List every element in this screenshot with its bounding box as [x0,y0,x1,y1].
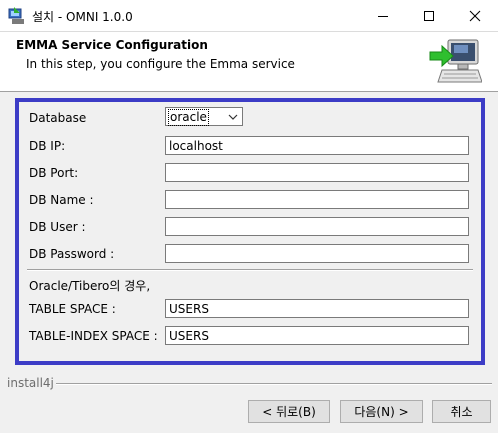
table-index-space-label: TABLE-INDEX SPACE : [29,329,158,343]
install4j-brand: install4j [7,376,54,390]
db-name-input[interactable] [165,190,469,209]
header-subtitle: In this step, you configure the Emma ser… [26,57,295,71]
title-bar: 설치 - OMNI 1.0.0 [0,0,498,32]
db-ip-label: DB IP: [29,139,66,153]
db-ip-input[interactable] [165,136,469,155]
database-label: Database [29,111,87,125]
db-name-label: DB Name : [29,193,94,207]
configuration-panel: Database oracle DB IP: DB Port: DB Name … [15,98,485,365]
next-button[interactable]: 다음(N) > [340,400,423,423]
header-title: EMMA Service Configuration [16,38,208,52]
close-button[interactable] [452,0,498,31]
db-port-label: DB Port: [29,166,79,180]
db-port-input[interactable] [165,163,469,182]
minimize-icon [378,15,388,17]
db-password-label: DB Password : [29,247,115,261]
computer-arrow-icon [429,39,482,83]
section-divider [27,269,473,271]
cancel-button[interactable]: 취소 [432,400,491,423]
table-index-space-input[interactable] [165,326,469,345]
db-user-label: DB User : [29,220,86,234]
database-select-value: oracle [168,109,209,126]
database-select[interactable]: oracle [165,107,243,126]
close-icon [469,10,481,21]
table-space-input[interactable] [165,299,469,318]
maximize-icon [424,10,434,21]
db-user-input[interactable] [165,217,469,236]
window-title: 설치 - OMNI 1.0.0 [32,10,133,24]
footer-divider [56,383,492,385]
oracle-tibero-note: Oracle/Tibero의 경우, [29,279,151,293]
db-password-input[interactable] [165,244,469,263]
chevron-down-icon [228,114,238,120]
wizard-header: EMMA Service Configuration In this step,… [0,32,498,92]
installer-app-icon [8,7,24,24]
maximize-button[interactable] [406,0,452,31]
table-space-label: TABLE SPACE : [29,302,116,316]
back-button[interactable]: < 뒤로(B) [248,400,330,423]
minimize-button[interactable] [360,0,406,31]
